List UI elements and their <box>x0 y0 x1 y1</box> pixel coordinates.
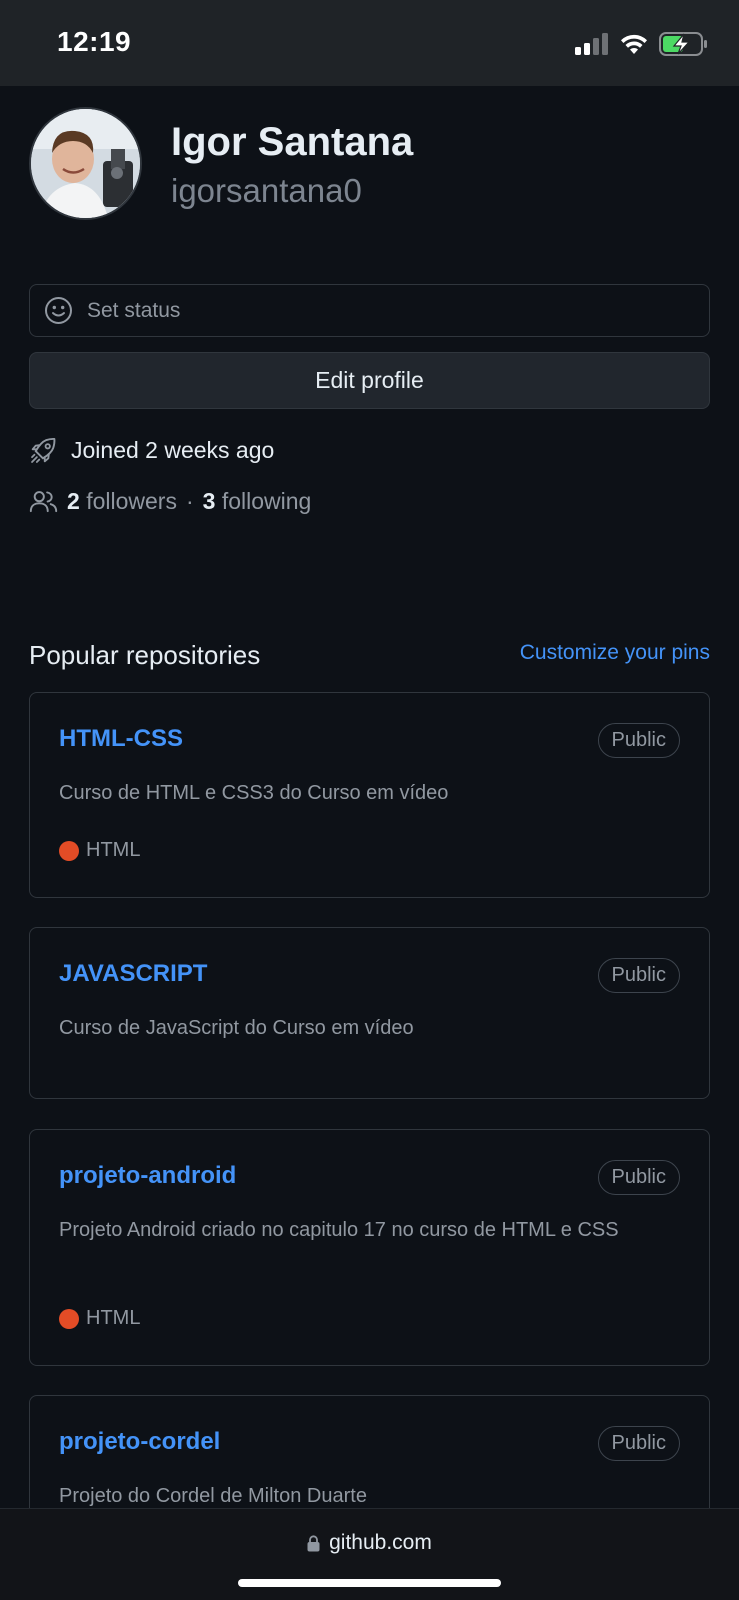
language-label: HTML <box>86 1307 141 1329</box>
repo-description: Curso de HTML e CSS3 do Curso em vídeo <box>59 782 449 804</box>
repo-description: Curso de JavaScript do Curso em vídeo <box>59 1017 414 1039</box>
lock-icon <box>307 1534 320 1551</box>
followers-link[interactable]: 2 followers <box>67 488 177 515</box>
repo-card: JAVASCRIPT Public Curso de JavaScript do… <box>29 927 710 1099</box>
following-label: following <box>221 488 312 514</box>
url-field[interactable]: github.com <box>0 1531 739 1555</box>
smiley-icon <box>45 297 72 324</box>
visibility-badge: Public <box>597 1160 680 1195</box>
repo-name-link[interactable]: HTML-CSS <box>59 725 183 753</box>
following-count: 3 <box>202 488 216 514</box>
repo-card: HTML-CSS Public Curso de HTML e CSS3 do … <box>29 692 710 898</box>
visibility-badge: Public <box>597 723 680 758</box>
battery-charging-icon <box>659 32 707 56</box>
visibility-badge: Public <box>597 958 680 993</box>
avatar[interactable] <box>29 107 142 220</box>
language-label: HTML <box>86 839 141 861</box>
status-icons <box>575 30 709 58</box>
customize-pins-link[interactable]: Customize your pins <box>520 641 710 665</box>
followers-label: followers <box>86 488 177 514</box>
repo-language: HTML <box>59 1307 140 1330</box>
status-bar: 12:19 <box>0 0 739 86</box>
repo-name-link[interactable]: projeto-android <box>59 1162 236 1190</box>
joined-text: Joined 2 weeks ago <box>71 437 275 463</box>
visibility-badge: Public <box>597 1426 680 1461</box>
follow-stats: 2 followers · 3 following <box>29 488 311 515</box>
status-time: 12:19 <box>57 26 132 57</box>
popular-repos-title: Popular repositories <box>29 640 261 670</box>
profile-name: Igor Santana <box>171 120 414 164</box>
url-text: github.com <box>329 1531 432 1554</box>
repo-language: HTML <box>59 839 140 862</box>
home-indicator[interactable] <box>238 1579 501 1587</box>
repo-card: projeto-cordel Public Projeto do Cordel … <box>29 1395 710 1508</box>
following-link[interactable]: 3 following <box>203 488 312 515</box>
language-color-dot <box>59 1308 79 1329</box>
repo-description: Projeto do Cordel de Milton Duarte <box>59 1485 367 1507</box>
set-status-label: Set status <box>87 298 181 322</box>
people-icon <box>29 491 58 513</box>
profile-page: Igor Santana igorsantana0 Set status Edi… <box>0 86 739 1508</box>
browser-url-bar: github.com <box>0 1508 739 1600</box>
profile-username: igorsantana0 <box>171 172 362 209</box>
wifi-icon <box>621 34 647 54</box>
avatar-photo <box>31 109 140 218</box>
follow-separator: · <box>185 488 194 514</box>
followers-count: 2 <box>67 488 80 514</box>
repo-card: projeto-android Public Projeto Android c… <box>29 1129 710 1366</box>
rocket-icon <box>31 438 56 463</box>
repo-name-link[interactable]: JAVASCRIPT <box>59 960 207 988</box>
edit-profile-button[interactable]: Edit profile <box>29 352 710 409</box>
language-color-dot <box>59 840 79 861</box>
joined-info: Joined 2 weeks ago <box>29 436 274 465</box>
repo-name-link[interactable]: projeto-cordel <box>59 1428 220 1456</box>
set-status-button[interactable]: Set status <box>29 284 710 337</box>
cellular-signal-icon <box>575 33 608 55</box>
repo-description: Projeto Android criado no capitulo 17 no… <box>59 1219 619 1241</box>
